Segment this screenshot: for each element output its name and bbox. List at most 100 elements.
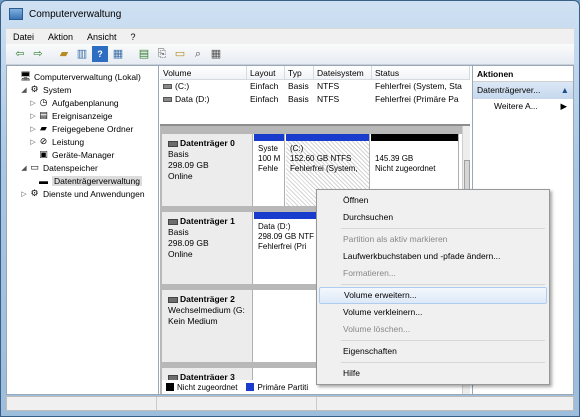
expand-arrow-icon[interactable]: ▷ — [29, 138, 37, 146]
column-header-typ[interactable]: Typ — [285, 66, 314, 79]
tree-item-label: Dienste und Anwendungen — [43, 188, 145, 199]
clock-icon: ◷ — [39, 97, 48, 107]
status-pane — [317, 397, 573, 410]
menu-separator — [341, 284, 545, 285]
context-menu-item-volume-verkleinern[interactable]: Volume verkleinern... — [319, 304, 547, 321]
table-row[interactable]: (C:) Einfach Basis NTFS Fehlerfrei (Syst… — [160, 80, 470, 93]
computer-icon: 🖥 — [19, 71, 32, 81]
expand-arrow-icon[interactable]: ▷ — [29, 99, 37, 107]
drive-icon — [163, 84, 172, 89]
menu-aktion[interactable]: Aktion — [41, 32, 80, 42]
layout-cell: Einfach — [250, 94, 279, 104]
context-menu-item-öffnen[interactable]: Öffnen — [319, 192, 547, 209]
column-header-status[interactable]: Status — [372, 66, 470, 79]
services-icon: ⚙ — [30, 188, 39, 198]
title-bar: Computerverwaltung — [1, 1, 579, 27]
partition-color-bar — [371, 134, 458, 141]
tree-item[interactable]: ◢ ⚙ System — [7, 83, 158, 96]
submenu-arrow-icon: ▶ — [560, 101, 567, 111]
disk-label[interactable]: Datenträger 2 Wechselmedium (G: Kein Mediu… — [162, 290, 253, 362]
partition-text: Syste 100 M Fehle — [258, 144, 284, 174]
tree-item-label: Geräte-Manager — [52, 149, 115, 160]
disk-icon — [168, 140, 178, 147]
console-view-icon[interactable]: ▦ — [110, 46, 126, 62]
help-icon[interactable]: ? — [92, 46, 108, 62]
up-folder-icon[interactable]: ▰ — [56, 46, 72, 62]
expand-arrow-icon[interactable]: ◢ — [20, 164, 28, 172]
column-header-layout[interactable]: Layout — [247, 66, 285, 79]
context-menu-item-volume-löschen: Volume löschen... — [343, 324, 411, 334]
menu-datei[interactable]: Datei — [6, 32, 41, 42]
device-manager-icon: ▣ — [39, 149, 48, 159]
tree-item[interactable]: ▷ ⊘ Leistung — [7, 135, 158, 148]
main-window: Computerverwaltung Datei Aktion Ansicht … — [0, 0, 580, 417]
context-menu-item-laufwerkbuchstaben-und-pfade-ändern[interactable]: Laufwerkbuchstaben und -pfade ändern... — [319, 248, 547, 265]
tree-item[interactable]: ▬ Datenträgerverwaltung — [7, 174, 158, 187]
connect-icon[interactable]: ⎘ — [154, 46, 170, 62]
disk-label[interactable]: Datenträger 0 Basis 298.09 GB Online — [162, 134, 253, 206]
expand-arrow-icon[interactable]: ▷ — [20, 190, 28, 198]
tree-item[interactable]: 🖥 Computerverwaltung (Lokal) — [7, 70, 158, 83]
tree-item-label: Datenträgerverwaltung — [52, 175, 142, 186]
partition-info-line: 145.39 GB — [375, 154, 414, 163]
table-row[interactable]: Data (D:) Einfach Basis NTFS Fehlerfrei … — [160, 93, 470, 106]
filesystem-cell: NTFS — [317, 81, 340, 91]
type-cell: Basis — [288, 81, 309, 91]
column-header-dateisystem[interactable]: Dateisystem — [314, 66, 372, 79]
tree-item[interactable]: ▣ Geräte-Manager — [7, 148, 158, 161]
legend-swatch — [166, 383, 174, 391]
actions-section-disk-management[interactable]: Datenträgerver... ▲ — [473, 82, 573, 99]
show-hide-tree-icon[interactable]: ▥ — [74, 46, 90, 62]
column-header-volume[interactable]: Volume — [160, 66, 247, 79]
shared-folder-icon: ▰ — [40, 123, 47, 133]
volume-table-header: Volume Layout Typ Dateisystem Status — [160, 66, 470, 80]
performance-icon: ⊘ — [39, 136, 48, 146]
tree-item[interactable]: ◢ ▭ Datenspeicher — [7, 161, 158, 174]
properties-icon[interactable]: ▤ — [136, 46, 152, 62]
list-view-icon[interactable]: ▦ — [208, 46, 224, 62]
disk-name: Datenträger 2 — [168, 294, 252, 305]
legend-swatch — [246, 383, 255, 391]
partition-info-line: Fehle — [258, 164, 279, 173]
partition-info-line: Nicht zugeordnet — [375, 164, 436, 173]
partition-info-line: 152.60 GB NTFS — [290, 154, 352, 163]
menu-help[interactable]: ? — [124, 32, 143, 42]
expand-arrow-icon[interactable]: ▷ — [29, 125, 37, 133]
partition[interactable]: Syste 100 M Fehle — [254, 134, 285, 206]
partition-info-line: 100 M — [258, 154, 281, 163]
expand-arrow-icon[interactable]: ▷ — [29, 112, 37, 120]
legend-label: Nicht zugeordnet — [177, 382, 238, 392]
folder-open-icon[interactable]: ▭ — [172, 46, 188, 62]
collapse-up-icon[interactable]: ▲ — [561, 82, 569, 99]
status-cell: Fehlerfrei (System, Sta — [375, 81, 462, 91]
actions-section-label: Datenträgerver... — [477, 85, 541, 95]
forward-icon[interactable]: ⇨ — [30, 46, 46, 62]
tree-item-label: Aufgabenplanung — [52, 97, 119, 108]
context-menu-item-eigenschaften[interactable]: Eigenschaften — [319, 343, 547, 360]
tree-item[interactable]: ▷ ▤ Ereignisanzeige — [7, 109, 158, 122]
tree-item-label: Ereignisanzeige — [52, 110, 113, 121]
navigation-tree: 🖥 Computerverwaltung (Lokal) ◢ ⚙ System ▷ ◷ Auf… — [7, 66, 159, 394]
context-menu-item-durchsuchen[interactable]: Durchsuchen — [319, 209, 547, 226]
tree-item[interactable]: ▷ ◷ Aufgabenplanung — [7, 96, 158, 109]
context-menu-item-volume-erweitern[interactable]: Volume erweitern... — [319, 287, 547, 304]
storage-icon: ▭ — [30, 162, 39, 172]
context-menu-item-hilfe[interactable]: Hilfe — [319, 365, 547, 382]
more-actions-item[interactable]: Weitere A... ▶ — [473, 99, 573, 114]
more-actions-label: Weitere A... — [494, 101, 538, 111]
search-icon[interactable]: ⌕ — [190, 46, 206, 62]
disk-icon — [168, 218, 178, 225]
computer-management-icon — [9, 8, 23, 20]
expand-arrow-icon[interactable]: ◢ — [20, 86, 28, 94]
disk-label[interactable]: Datenträger 1 Basis 298.09 GB Online — [162, 212, 253, 284]
disk-info-line: Kein Medium — [168, 316, 218, 326]
toolbar-separator — [128, 46, 134, 62]
menu-ansicht[interactable]: Ansicht — [80, 32, 124, 42]
tree-item-label: System — [43, 84, 72, 95]
menu-bar: Datei Aktion Ansicht ? — [6, 28, 574, 44]
status-cell: Fehlerfrei (Primäre Pa — [375, 94, 459, 104]
back-icon[interactable]: ⇦ — [12, 46, 28, 62]
tree-item[interactable]: ▷ ⚙ Dienste und Anwendungen — [7, 187, 158, 200]
tree-item[interactable]: ▷ ▰ Freigegebene Ordner — [7, 122, 158, 135]
event-viewer-icon: ▤ — [39, 110, 48, 120]
